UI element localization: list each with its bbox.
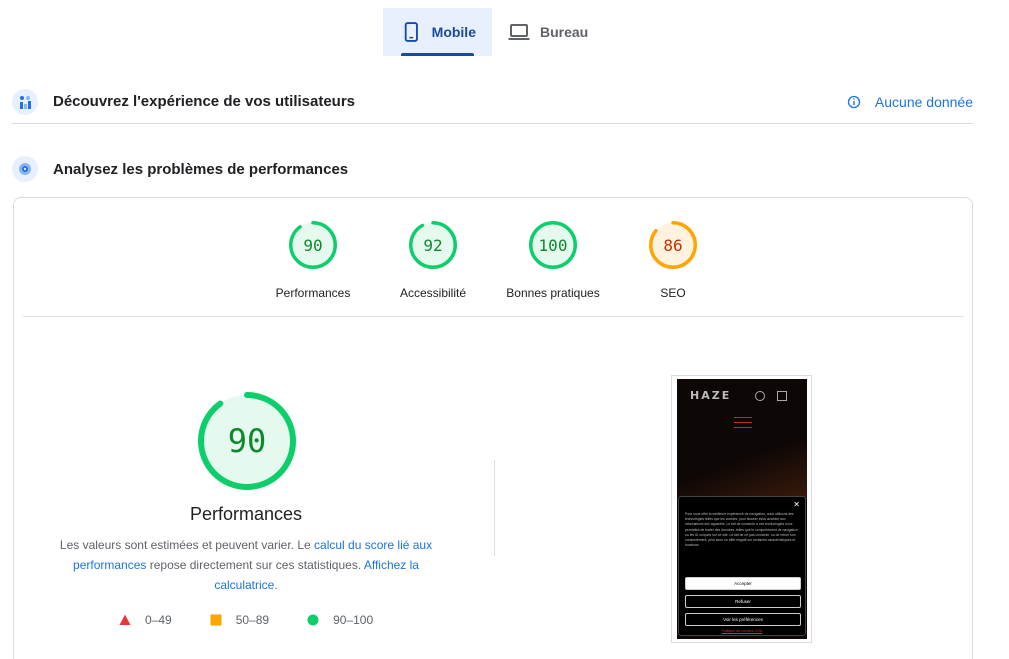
gauge-value: 90	[303, 235, 323, 255]
info-icon	[847, 95, 861, 108]
legend-range: 50–89	[235, 613, 270, 627]
square-icon	[210, 614, 222, 626]
gauge-label: Bonnes pratiques	[506, 286, 600, 300]
search-icon	[755, 391, 765, 401]
desc-text-2: repose directement sur ces statistiques.	[146, 558, 364, 572]
hero-image	[677, 439, 807, 499]
tab-mobile-label: Mobile	[431, 24, 476, 40]
gauge-label: Performances	[275, 286, 351, 300]
cookie-accept-button: Accepter	[685, 577, 801, 590]
triangle-icon	[119, 614, 131, 625]
close-icon: ✕	[793, 500, 800, 509]
divider	[23, 316, 964, 317]
gauge-seo[interactable]: 86 SEO	[613, 220, 733, 300]
gauge-ring: 100	[528, 220, 578, 270]
performance-report-card: 90 Performances 92 Accessibilité 100 Bon…	[13, 197, 973, 659]
site-logo: HAZE	[690, 389, 732, 402]
tab-desktop[interactable]: Bureau	[492, 8, 604, 56]
no-data-link[interactable]: Aucune donnée	[847, 94, 973, 110]
device-tabs: Mobile Bureau	[383, 8, 604, 56]
circle-icon	[307, 614, 319, 626]
score-gauges: 90 Performances 92 Accessibilité 100 Bon…	[14, 220, 972, 300]
cookie-preferences-button: Voir les préférences	[685, 613, 801, 626]
gauge-ring: 90	[288, 220, 338, 270]
gauge-label: Accessibilité	[399, 286, 467, 300]
score-description: Les valeurs sont estimées et peuvent var…	[48, 535, 444, 595]
gauge-value: 100	[538, 235, 568, 255]
legend-item-pass: 90–100	[307, 613, 373, 627]
no-data-label: Aucune donnée	[874, 93, 973, 110]
score-legend: 0–49 50–89 90–100	[119, 613, 411, 627]
legend-range: 90–100	[333, 613, 374, 627]
page-screenshot-thumbnail[interactable]: HAZE ✕ Pour vous offrir la meilleure exp…	[671, 375, 812, 643]
main-score-value: 90	[227, 422, 267, 460]
phone-screenshot: HAZE ✕ Pour vous offrir la meilleure exp…	[677, 379, 807, 639]
desc-text-end: .	[274, 578, 278, 592]
desc-text-1: Les valeurs sont estimées et peuvent var…	[59, 538, 315, 552]
tab-mobile[interactable]: Mobile	[383, 8, 492, 56]
gauge-ring: 86	[648, 220, 698, 270]
gauge-value: 86	[663, 235, 683, 255]
legend-item-average: 50–89	[210, 613, 269, 627]
gauge-label: SEO	[660, 286, 686, 300]
section-user-experience-title: Découvrez l'expérience de vos utilisateu…	[53, 93, 356, 110]
vertical-divider	[494, 460, 495, 556]
lighthouse-icon	[12, 156, 38, 182]
main-performance-gauge: 90	[197, 391, 297, 491]
cookie-banner: ✕ Pour vous offrir la meilleure expérien…	[678, 496, 806, 636]
tab-desktop-label: Bureau	[540, 24, 589, 40]
gauge-ring: 92	[408, 220, 458, 270]
cookie-links: Politique de cookies CGU	[721, 629, 763, 633]
gauge-best-practices[interactable]: 100 Bonnes pratiques	[493, 220, 613, 300]
cookie-refuse-button: Refuser	[685, 595, 801, 608]
legend-item-fail: 0–49	[119, 613, 172, 627]
users-chart-icon	[12, 88, 38, 115]
cookie-text: Pour vous offrir la meilleure expérience…	[685, 512, 798, 548]
gauge-performance[interactable]: 90 Performances	[253, 220, 373, 300]
menu-icon	[734, 417, 752, 432]
section-performance-title: Analysez les problèmes de performances	[53, 160, 349, 178]
gauge-accessibility[interactable]: 92 Accessibilité	[373, 220, 493, 300]
section-user-experience: Découvrez l'expérience de vos utilisateu…	[12, 80, 973, 124]
smartphone-icon	[404, 22, 418, 42]
legend-range: 0–49	[145, 613, 172, 627]
laptop-icon	[508, 24, 530, 40]
section-performance: Analysez les problèmes de performances	[12, 154, 973, 184]
cart-icon	[777, 391, 787, 401]
main-score-title: Performances	[189, 504, 303, 524]
gauge-value: 92	[423, 235, 443, 255]
